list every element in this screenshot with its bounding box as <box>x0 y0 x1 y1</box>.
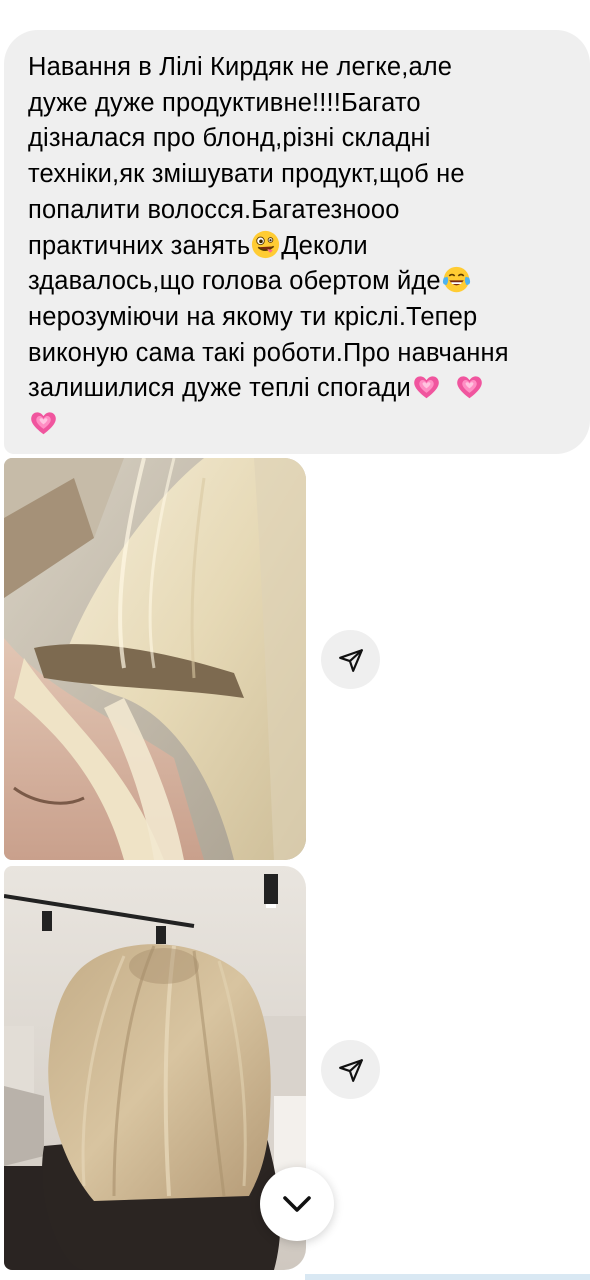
message-line: нерозуміючи на якому ти кріслі.Тепер <box>28 302 478 331</box>
message-line: залишилися дуже теплі спогади <box>28 371 570 407</box>
scroll-down-button[interactable] <box>260 1167 334 1241</box>
growing-heart-emoji <box>414 376 439 399</box>
message-text: Деколи <box>281 231 368 260</box>
message-line <box>28 407 570 443</box>
message-line: практичних занять Деколи <box>28 229 570 265</box>
message-line: техніки,як змішувати продукт,щоб не <box>28 160 465 189</box>
message-text: практичних занять <box>28 231 251 260</box>
message-line: попалити волосся.Багатезнооо <box>28 195 400 224</box>
chat-screen: Навання в Лілі Кирдяк не легке,але дуже … <box>0 0 590 1280</box>
share-button[interactable] <box>321 1040 380 1099</box>
message-line: Навання в Лілі Кирдяк не легке,але <box>28 53 453 81</box>
hair-roots-image <box>4 458 306 860</box>
photo-hair-roots[interactable] <box>4 458 306 860</box>
message-line: дізналася про блонд,різні складні <box>28 124 431 153</box>
message-text: здавалось,що голова обертом йде <box>28 267 441 296</box>
message-bubble[interactable]: Навання в Лілі Кирдяк не легке,але дуже … <box>4 30 590 454</box>
tears-of-joy-emoji <box>442 267 470 293</box>
chevron-down-icon <box>283 1196 311 1212</box>
message-line: здавалось,що голова обертом йде <box>28 264 570 300</box>
paper-plane-share-icon <box>338 648 363 672</box>
paper-plane-share-icon <box>338 1058 363 1082</box>
growing-heart-emoji <box>31 412 56 435</box>
zany-face-emoji <box>252 230 280 258</box>
growing-heart-emoji <box>457 376 482 399</box>
message-text: залишилися дуже теплі спогади <box>28 374 411 403</box>
bottom-divider <box>305 1274 590 1280</box>
message-line: виконую сама такі роботи.Про навчання <box>28 338 509 367</box>
message-line: дуже дуже продуктивне!!!!Багато <box>28 88 421 117</box>
share-button[interactable] <box>321 630 380 689</box>
